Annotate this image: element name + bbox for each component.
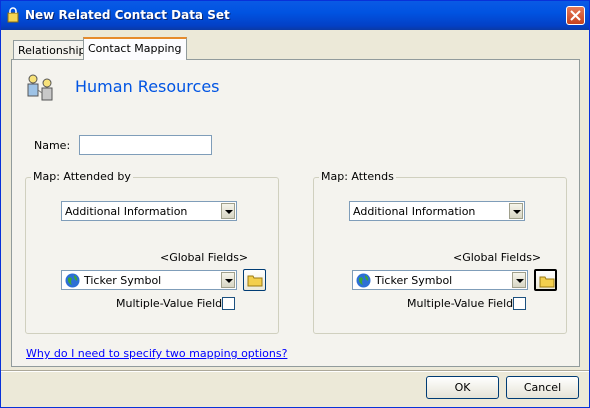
help-link[interactable]: Why do I need to specify two mapping opt…	[26, 347, 287, 360]
close-icon	[570, 10, 581, 21]
cancel-button[interactable]: Cancel	[506, 376, 579, 399]
dialog-window: New Related Contact Data Set Relationshi…	[0, 0, 590, 408]
chevron-down-icon[interactable]	[512, 272, 526, 288]
app-lock-icon	[7, 7, 19, 23]
name-label: Name:	[34, 139, 71, 152]
chevron-down-icon[interactable]	[221, 272, 235, 288]
attended-by-fields-label: <Global Fields>	[160, 251, 249, 264]
folder-icon	[247, 275, 263, 287]
page-heading: Human Resources	[75, 77, 220, 96]
attended-by-browse-button[interactable]	[243, 269, 266, 291]
attends-fields-label: <Global Fields>	[453, 251, 542, 264]
chevron-down-icon[interactable]	[221, 203, 235, 219]
attends-multi-label: Multiple-Value Fields	[407, 297, 519, 310]
attends-group-title: Map: Attends	[319, 170, 396, 183]
title-bar[interactable]: New Related Contact Data Set	[1, 1, 589, 30]
combo-value: Additional Information	[65, 205, 188, 218]
attended-by-multi-checkbox[interactable]	[222, 297, 235, 310]
close-button[interactable]	[566, 6, 585, 25]
human-resources-icon	[27, 74, 53, 101]
combo-value: Ticker Symbol	[84, 274, 162, 287]
combo-value: Ticker Symbol	[375, 274, 453, 287]
tab-contact-mapping[interactable]: Contact Mapping	[83, 37, 187, 60]
combo-value: Additional Information	[353, 205, 476, 218]
ok-button[interactable]: OK	[426, 376, 499, 399]
attends-multi-checkbox[interactable]	[513, 297, 526, 310]
globe-icon	[65, 273, 80, 288]
tab-relationship[interactable]: Relationship	[13, 40, 91, 59]
attended-by-field-combo[interactable]: Ticker Symbol	[61, 270, 237, 290]
globe-icon	[356, 273, 371, 288]
attended-by-multi-label: Multiple-Value Fields	[116, 297, 228, 310]
window-title: New Related Contact Data Set	[25, 8, 230, 22]
attends-category-combo[interactable]: Additional Information	[349, 201, 525, 221]
attends-field-combo[interactable]: Ticker Symbol	[352, 270, 528, 290]
attended-by-group-title: Map: Attended by	[31, 170, 133, 183]
folder-icon	[539, 276, 555, 288]
tab-label: Contact Mapping	[88, 42, 182, 55]
tab-label: Relationship	[18, 44, 86, 57]
name-field[interactable]	[79, 135, 212, 155]
chevron-down-icon[interactable]	[509, 203, 523, 219]
footer-divider-highlight	[1, 371, 589, 372]
attends-browse-button[interactable]	[534, 269, 557, 291]
attended-by-category-combo[interactable]: Additional Information	[61, 201, 237, 221]
